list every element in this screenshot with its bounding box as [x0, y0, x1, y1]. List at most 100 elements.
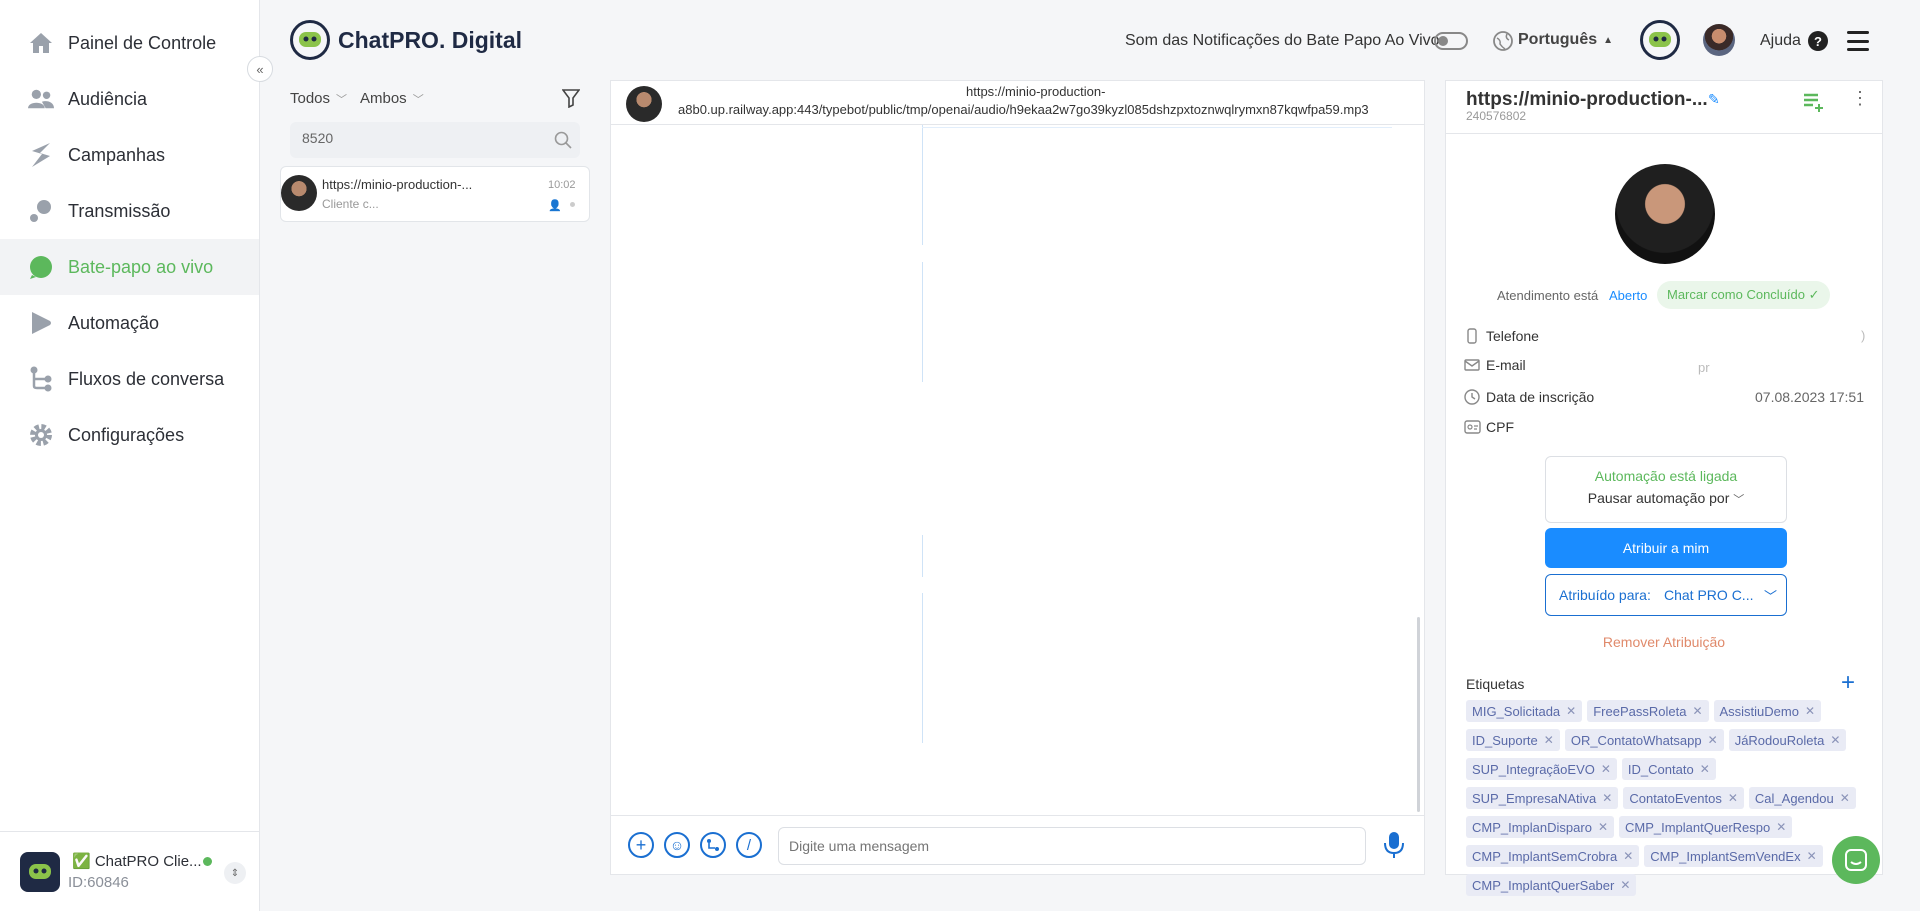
broadcast-icon: [28, 198, 54, 224]
chat-panel: https://minio-production- a8b0.up.railwa…: [610, 80, 1425, 875]
remove-tag-icon[interactable]: ✕: [1566, 704, 1576, 718]
chevron-down-icon: ﹀: [1764, 589, 1778, 604]
microphone-icon[interactable]: [1383, 831, 1405, 864]
assign-to-me-button[interactable]: Atribuir a mim: [1545, 528, 1787, 568]
tag-chip: FreePassRoleta ✕: [1587, 700, 1709, 722]
bot-avatar[interactable]: [1640, 20, 1680, 60]
remove-tag-icon[interactable]: ✕: [1807, 849, 1817, 863]
add-note-icon[interactable]: [1802, 91, 1824, 118]
remove-tag-icon[interactable]: ✕: [1692, 704, 1702, 718]
notification-sound-toggle[interactable]: [1434, 32, 1468, 50]
account-switcher[interactable]: ✅ ChatPRO Clie... ID:60846 ⇕: [0, 831, 259, 911]
support-chat-launcher[interactable]: [1832, 836, 1880, 884]
pause-automation-label: Pausar automação por: [1587, 490, 1730, 506]
notification-sound-label: Som das Notificações do Bate Papo Ao Viv…: [1125, 32, 1440, 49]
channel-filter[interactable]: Ambos ﹀: [360, 90, 424, 107]
gear-icon: [28, 422, 54, 448]
scrollbar[interactable]: [1417, 617, 1420, 812]
remove-tag-icon[interactable]: ✕: [1708, 733, 1718, 747]
contact-title: https://minio-production-...: [1466, 89, 1708, 110]
play-icon: [28, 310, 54, 336]
chat-header-line1: https://minio-production-: [966, 84, 1106, 99]
tag-chip: OR_ContatoWhatsapp ✕: [1564, 729, 1724, 751]
message-input[interactable]: [778, 827, 1366, 865]
search-input[interactable]: [302, 130, 522, 146]
field-label-cpf: CPF: [1486, 419, 1514, 435]
conversation-name: https://minio-production-...: [322, 177, 473, 192]
tag-label: CMP_ImplantSemVendEx: [1650, 848, 1801, 864]
sidebar-item-bate-papo[interactable]: Bate-papo ao vivo: [0, 239, 259, 295]
more-options-icon[interactable]: ⋮: [1851, 89, 1869, 107]
chevron-down-icon: ﹀: [336, 93, 348, 106]
contact-avatar: [626, 86, 662, 122]
status-filter[interactable]: Todos ﹀: [290, 90, 347, 107]
help-label[interactable]: Ajuda: [1760, 32, 1801, 50]
status-open-link[interactable]: Aberto: [1609, 288, 1647, 303]
remove-tag-icon[interactable]: ✕: [1602, 791, 1612, 805]
tag-label: JáRodouRoleta: [1734, 732, 1825, 748]
field-value-telefone[interactable]: ): [1861, 328, 1865, 343]
chat-header-line2: a8b0.up.railway.app:443/typebot/public/t…: [678, 102, 1369, 117]
pause-automation-dropdown[interactable]: Pausar automação por ﹀: [1546, 490, 1786, 507]
help-icon[interactable]: ?: [1808, 31, 1828, 51]
user-avatar[interactable]: [1703, 24, 1735, 56]
slash-command-icon[interactable]: /: [736, 832, 762, 858]
updown-icon[interactable]: ⇕: [224, 862, 246, 884]
remove-tag-icon[interactable]: ✕: [1623, 849, 1633, 863]
remove-tag-icon[interactable]: ✕: [1776, 820, 1786, 834]
topbar: ChatPRO. Digital Som das Notificações do…: [261, 0, 1920, 80]
remove-tag-icon[interactable]: ✕: [1620, 878, 1630, 892]
sidebar-item-label: Transmissão: [68, 200, 171, 221]
sidebar-item-fluxos[interactable]: Fluxos de conversa: [0, 351, 259, 407]
tag-label: SUP_IntegraçãoEVO: [1472, 761, 1595, 777]
remove-tag-icon[interactable]: ✕: [1830, 733, 1840, 747]
field-label-telefone: Telefone: [1486, 328, 1539, 344]
tag-label: Cal_Agendou: [1754, 790, 1834, 806]
home-icon: [28, 30, 54, 56]
contact-photo: [1615, 164, 1715, 264]
status-prefix: Atendimento está: [1497, 288, 1599, 303]
sidebar-item-transmissao[interactable]: Transmissão: [0, 183, 259, 239]
list-item[interactable]: https://minio-production-... Cliente c..…: [280, 166, 590, 222]
remove-tag-icon[interactable]: ✕: [1840, 791, 1850, 805]
remove-tag-icon[interactable]: ✕: [1728, 791, 1738, 805]
composer: + ☺ /: [611, 815, 1424, 875]
caret-up-icon: ▲: [1603, 34, 1614, 46]
sidebar-item-campanhas[interactable]: Campanhas: [0, 127, 259, 183]
filter-icon[interactable]: [561, 88, 581, 113]
field-value-subscription: 07.08.2023 17:51: [1755, 389, 1864, 405]
email-icon: [1464, 358, 1480, 377]
remove-tag-icon[interactable]: ✕: [1805, 704, 1815, 718]
sidebar-item-audiencia[interactable]: Audiência: [0, 71, 259, 127]
mark-done-button[interactable]: Marcar como Concluído ✓: [1657, 281, 1830, 309]
remove-tag-icon[interactable]: ✕: [1700, 762, 1710, 776]
tag-chip: CMP_ImplantSemCrobra ✕: [1466, 845, 1640, 867]
sidebar-item-label: Automação: [68, 312, 160, 333]
message-area: [611, 125, 1424, 815]
emoji-icon[interactable]: ☺: [664, 832, 690, 858]
chevron-down-icon: ﹀: [412, 93, 424, 106]
add-attachment-button[interactable]: +: [628, 832, 654, 858]
remove-tag-icon[interactable]: ✕: [1544, 733, 1554, 747]
search-icon[interactable]: [554, 131, 572, 149]
sidebar-item-automacao[interactable]: Automação: [0, 295, 259, 351]
assignee-dropdown[interactable]: Atribuído para: Chat PRO C... ﹀: [1545, 574, 1787, 616]
conversation-search[interactable]: [290, 122, 580, 158]
sidebar-item-painel[interactable]: Painel de Controle: [0, 15, 259, 71]
field-value-email[interactable]: pr: [1698, 360, 1710, 375]
remove-assignment-link[interactable]: Remover Atribuição: [1446, 634, 1882, 650]
hamburger-menu-icon[interactable]: [1847, 31, 1869, 51]
chat-header: https://minio-production- a8b0.up.railwa…: [611, 81, 1424, 125]
sidebar-item-configuracoes[interactable]: Configurações: [0, 407, 259, 463]
add-tag-button[interactable]: +: [1841, 671, 1855, 695]
tag-chip: Cal_Agendou ✕: [1748, 787, 1856, 809]
flow-trigger-icon[interactable]: [700, 832, 726, 858]
language-selector[interactable]: Português ▲: [1518, 31, 1613, 49]
status-filter-label: Todos: [290, 90, 331, 107]
remove-tag-icon[interactable]: ✕: [1598, 820, 1608, 834]
edit-pencil-icon[interactable]: ✎: [1708, 91, 1720, 108]
remove-tag-icon[interactable]: ✕: [1601, 762, 1611, 776]
online-status-dot: [203, 857, 212, 866]
field-label-subscription: Data de inscrição: [1486, 389, 1595, 405]
flow-icon: [28, 366, 54, 392]
